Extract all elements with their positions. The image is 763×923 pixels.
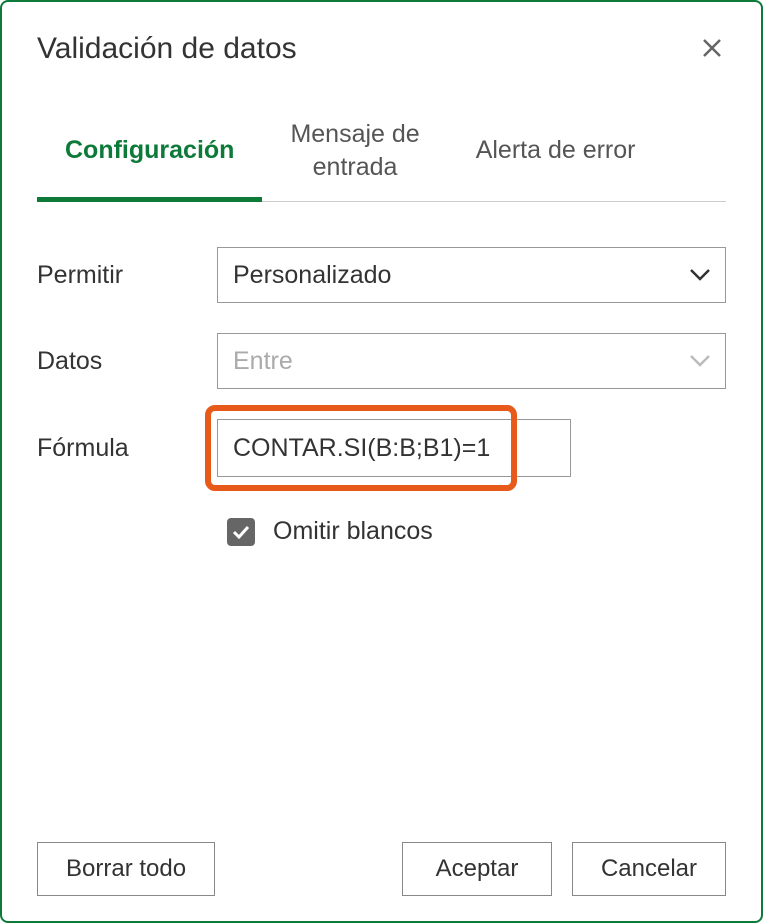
data-validation-dialog: Validación de datos Configuración Mensaj… bbox=[0, 0, 763, 923]
button-label: Aceptar bbox=[436, 855, 519, 882]
formula-input[interactable] bbox=[217, 419, 571, 477]
tab-label-line2: entrada bbox=[313, 153, 398, 181]
ignore-blank-row: Omitir blancos bbox=[227, 517, 726, 546]
allow-select-value: Personalizado bbox=[233, 261, 391, 290]
ok-button[interactable]: Aceptar bbox=[402, 842, 552, 896]
formula-row: Fórmula bbox=[37, 419, 726, 477]
allow-select-wrap: Personalizado bbox=[217, 247, 726, 303]
allow-row: Permitir Personalizado bbox=[37, 247, 726, 303]
button-label: Borrar todo bbox=[66, 855, 186, 882]
dialog-footer: Borrar todo Aceptar Cancelar bbox=[37, 842, 726, 896]
tab-input-message[interactable]: Mensaje de entrada bbox=[262, 116, 447, 201]
cancel-button[interactable]: Cancelar bbox=[572, 842, 726, 896]
clear-all-button[interactable]: Borrar todo bbox=[37, 842, 215, 896]
tab-configuration[interactable]: Configuración bbox=[37, 116, 262, 201]
form-body: Permitir Personalizado Datos Entre bbox=[37, 247, 726, 842]
ignore-blank-checkbox[interactable] bbox=[227, 518, 255, 546]
tab-error-alert[interactable]: Alerta de error bbox=[448, 116, 664, 201]
dialog-title: Validación de datos bbox=[37, 32, 297, 66]
data-select-wrap: Entre bbox=[217, 333, 726, 389]
data-select: Entre bbox=[217, 333, 726, 389]
ignore-blank-label: Omitir blancos bbox=[273, 517, 433, 546]
button-label: Cancelar bbox=[601, 855, 697, 882]
footer-right-group: Aceptar Cancelar bbox=[402, 842, 726, 896]
checkmark-icon bbox=[232, 525, 250, 539]
allow-select[interactable]: Personalizado bbox=[217, 247, 726, 303]
data-select-value: Entre bbox=[233, 347, 293, 376]
tab-label-line1: Mensaje de bbox=[290, 120, 419, 148]
allow-label: Permitir bbox=[37, 261, 217, 290]
close-icon bbox=[702, 33, 722, 64]
close-button[interactable] bbox=[698, 33, 726, 65]
data-label: Datos bbox=[37, 347, 217, 376]
formula-label: Fórmula bbox=[37, 434, 217, 463]
tabs-bar: Configuración Mensaje de entrada Alerta … bbox=[37, 116, 726, 202]
dialog-header: Validación de datos bbox=[37, 32, 726, 66]
tab-label: Configuración bbox=[65, 136, 234, 164]
tab-label: Alerta de error bbox=[476, 136, 636, 164]
data-row: Datos Entre bbox=[37, 333, 726, 389]
